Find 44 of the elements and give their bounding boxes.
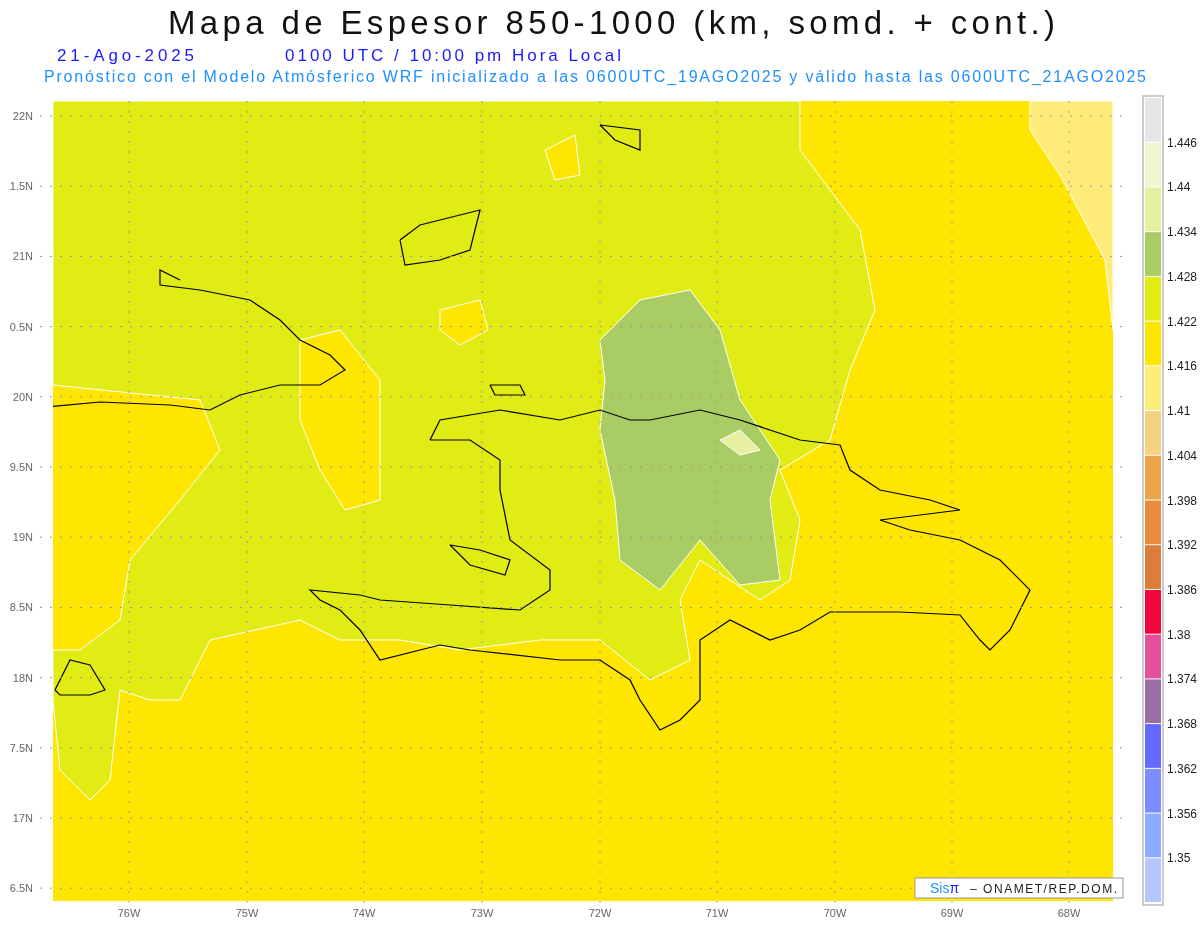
legend-label: 1.35 <box>1167 851 1191 866</box>
latitude-label: 17N <box>12 812 33 824</box>
legend-label: 1.422 <box>1167 314 1198 329</box>
legend-label: 1.41 <box>1167 404 1191 419</box>
legend-label: 1.416 <box>1167 359 1198 374</box>
legend-label: 1.398 <box>1167 493 1198 508</box>
legend-label: 1.386 <box>1167 582 1198 597</box>
credit-text: – ONAMET/REP.DOM. <box>970 882 1117 896</box>
longitude-label: 76W <box>117 907 141 919</box>
latitude-label: 0.5N <box>9 320 33 333</box>
latitude-label: 21N <box>12 250 33 263</box>
longitude-label: 68W <box>1057 907 1081 919</box>
longitude-label: 70W <box>823 907 847 919</box>
latitude-label: 22N <box>12 110 33 122</box>
longitude-label: 69W <box>940 907 964 919</box>
longitude-label: 73W <box>470 907 494 919</box>
latitude-label: 8.5N <box>9 601 33 614</box>
legend-label: 1.434 <box>1167 225 1198 240</box>
forecast-date: 21-Ago-2025 <box>57 46 194 65</box>
longitude-label: 75W <box>235 907 259 919</box>
legend-label: 1.446 <box>1167 135 1198 150</box>
longitude-label: 72W <box>588 907 612 919</box>
legend-label: 1.404 <box>1167 448 1198 463</box>
legend-label: 1.392 <box>1167 538 1198 553</box>
latitude-label: 9.5N <box>9 461 33 473</box>
legend-label: 1.368 <box>1167 717 1198 732</box>
latitude-label: 7.5N <box>9 741 33 754</box>
longitude-label: 74W <box>352 907 376 919</box>
latitude-label: 20N <box>12 390 33 403</box>
forecast-time: 0100 UTC / 10:00 pm Hora Local <box>285 46 621 65</box>
legend-label: 1.374 <box>1167 672 1198 687</box>
legend-label: 1.44 <box>1167 180 1191 195</box>
credit-brand: Sisπ <box>930 880 960 896</box>
legend-label: 1.428 <box>1167 269 1198 284</box>
legend-label: 1.356 <box>1167 806 1198 821</box>
legend-label: 1.38 <box>1167 627 1191 642</box>
legend-label: 1.362 <box>1167 761 1198 776</box>
longitude-label: 71W <box>705 907 729 919</box>
latitude-label: 19N <box>12 531 33 544</box>
forecast-note: Pronóstico con el Modelo Atmósferico WRF inicializado a las 0600UTC_19AGO2025 y válido hasta las 0600UTC_21AGO2025 <box>44 68 1146 85</box>
latitude-label: 18N <box>12 671 33 684</box>
latitude-label: 1.5N <box>9 180 33 193</box>
map-title: Mapa de Espesor 850-1000 (km, somd. + cont.) <box>168 4 1055 41</box>
latitude-label: 6.5N <box>9 882 33 895</box>
